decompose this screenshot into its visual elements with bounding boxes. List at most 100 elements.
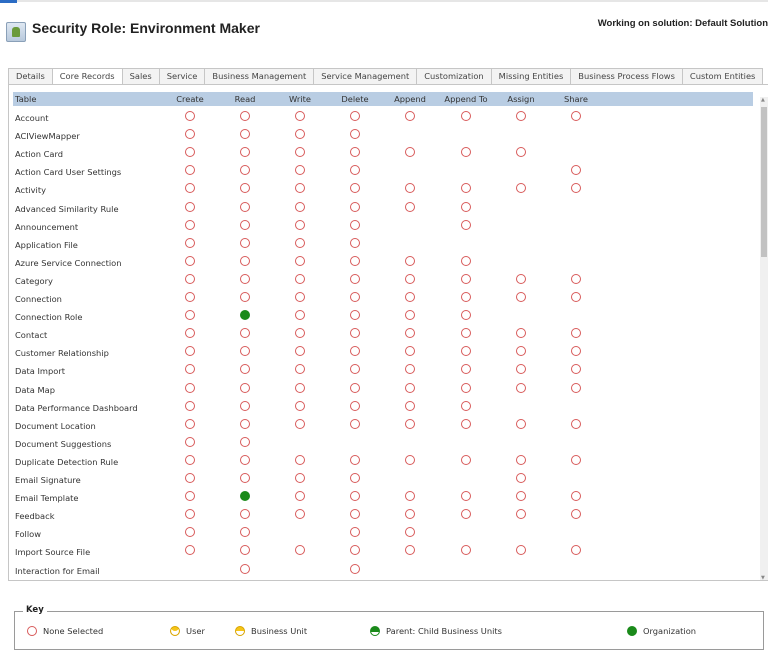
none-selected-privilege-icon[interactable] [295,454,305,465]
none-selected-privilege-icon[interactable] [516,328,526,339]
none-selected-privilege-icon[interactable] [185,509,195,520]
none-selected-privilege-icon[interactable] [295,201,305,212]
none-selected-privilege-icon[interactable] [350,273,360,284]
none-selected-privilege-icon[interactable] [295,364,305,375]
none-selected-privilege-icon[interactable] [240,165,250,176]
none-selected-privilege-icon[interactable] [185,219,195,230]
none-selected-privilege-icon[interactable] [295,418,305,429]
none-selected-privilege-icon[interactable] [461,201,471,212]
none-selected-privilege-icon[interactable] [516,509,526,520]
none-selected-privilege-icon[interactable] [240,237,250,248]
none-selected-privilege-icon[interactable] [571,165,581,176]
none-selected-privilege-icon[interactable] [185,436,195,447]
none-selected-privilege-icon[interactable] [461,454,471,465]
none-selected-privilege-icon[interactable] [571,454,581,465]
tab-business-management[interactable]: Business Management [204,68,315,85]
none-selected-privilege-icon[interactable] [350,183,360,194]
none-selected-privilege-icon[interactable] [240,563,250,574]
tab-core-records[interactable]: Core Records [51,68,123,85]
none-selected-privilege-icon[interactable] [350,111,360,121]
none-selected-privilege-icon[interactable] [240,382,250,393]
none-selected-privilege-icon[interactable] [350,165,360,176]
none-selected-privilege-icon[interactable] [295,292,305,302]
none-selected-privilege-icon[interactable] [571,364,581,375]
none-selected-privilege-icon[interactable] [240,292,250,302]
none-selected-privilege-icon[interactable] [240,201,250,212]
tab-missing-entities[interactable]: Missing Entities [490,68,572,85]
none-selected-privilege-icon[interactable] [405,454,415,465]
none-selected-privilege-icon[interactable] [461,509,471,520]
scroll-down-icon[interactable]: ▼ [761,575,765,580]
none-selected-privilege-icon[interactable] [405,292,415,302]
none-selected-privilege-icon[interactable] [295,491,305,502]
none-selected-privilege-icon[interactable] [240,219,250,230]
none-selected-privilege-icon[interactable] [295,310,305,321]
none-selected-privilege-icon[interactable] [571,328,581,339]
none-selected-privilege-icon[interactable] [571,346,581,357]
none-selected-privilege-icon[interactable] [461,183,471,194]
none-selected-privilege-icon[interactable] [240,364,250,375]
none-selected-privilege-icon[interactable] [185,237,195,248]
none-selected-privilege-icon[interactable] [240,527,250,538]
none-selected-privilege-icon[interactable] [240,400,250,411]
none-selected-privilege-icon[interactable] [185,255,195,266]
none-selected-privilege-icon[interactable] [461,273,471,284]
organization-privilege-icon[interactable] [240,491,250,502]
none-selected-privilege-icon[interactable] [185,545,195,556]
none-selected-privilege-icon[interactable] [350,310,360,321]
none-selected-privilege-icon[interactable] [516,346,526,357]
none-selected-privilege-icon[interactable] [516,473,526,483]
none-selected-privilege-icon[interactable] [461,346,471,357]
scroll-up-icon[interactable]: ▲ [761,97,765,103]
none-selected-privilege-icon[interactable] [295,400,305,411]
none-selected-privilege-icon[interactable] [571,545,581,556]
none-selected-privilege-icon[interactable] [295,328,305,339]
none-selected-privilege-icon[interactable] [295,129,305,140]
none-selected-privilege-icon[interactable] [185,454,195,465]
none-selected-privilege-icon[interactable] [405,183,415,194]
none-selected-privilege-icon[interactable] [516,418,526,429]
none-selected-privilege-icon[interactable] [350,382,360,393]
none-selected-privilege-icon[interactable] [405,255,415,266]
none-selected-privilege-icon[interactable] [240,545,250,556]
none-selected-privilege-icon[interactable] [516,364,526,375]
none-selected-privilege-icon[interactable] [571,418,581,429]
none-selected-privilege-icon[interactable] [295,545,305,556]
none-selected-privilege-icon[interactable] [516,491,526,502]
none-selected-privilege-icon[interactable] [240,111,250,121]
none-selected-privilege-icon[interactable] [295,473,305,483]
none-selected-privilege-icon[interactable] [295,346,305,357]
none-selected-privilege-icon[interactable] [350,201,360,212]
none-selected-privilege-icon[interactable] [516,454,526,465]
none-selected-privilege-icon[interactable] [405,111,415,121]
none-selected-privilege-icon[interactable] [240,454,250,465]
none-selected-privilege-icon[interactable] [350,364,360,375]
scrollbar-thumb[interactable] [761,107,767,257]
none-selected-privilege-icon[interactable] [240,129,250,140]
none-selected-privilege-icon[interactable] [350,509,360,520]
none-selected-privilege-icon[interactable] [350,147,360,158]
none-selected-privilege-icon[interactable] [185,273,195,284]
none-selected-privilege-icon[interactable] [185,346,195,357]
none-selected-privilege-icon[interactable] [185,400,195,411]
none-selected-privilege-icon[interactable] [240,346,250,357]
none-selected-privilege-icon[interactable] [350,219,360,230]
none-selected-privilege-icon[interactable] [350,328,360,339]
none-selected-privilege-icon[interactable] [240,147,250,158]
none-selected-privilege-icon[interactable] [516,382,526,393]
none-selected-privilege-icon[interactable] [461,111,471,121]
none-selected-privilege-icon[interactable] [461,491,471,502]
none-selected-privilege-icon[interactable] [461,310,471,321]
tab-details[interactable]: Details [8,68,53,85]
none-selected-privilege-icon[interactable] [516,147,526,158]
none-selected-privilege-icon[interactable] [350,491,360,502]
none-selected-privilege-icon[interactable] [571,509,581,520]
none-selected-privilege-icon[interactable] [185,382,195,393]
none-selected-privilege-icon[interactable] [405,491,415,502]
none-selected-privilege-icon[interactable] [295,509,305,520]
none-selected-privilege-icon[interactable] [461,255,471,266]
none-selected-privilege-icon[interactable] [185,147,195,158]
none-selected-privilege-icon[interactable] [516,183,526,194]
none-selected-privilege-icon[interactable] [350,237,360,248]
none-selected-privilege-icon[interactable] [350,473,360,483]
